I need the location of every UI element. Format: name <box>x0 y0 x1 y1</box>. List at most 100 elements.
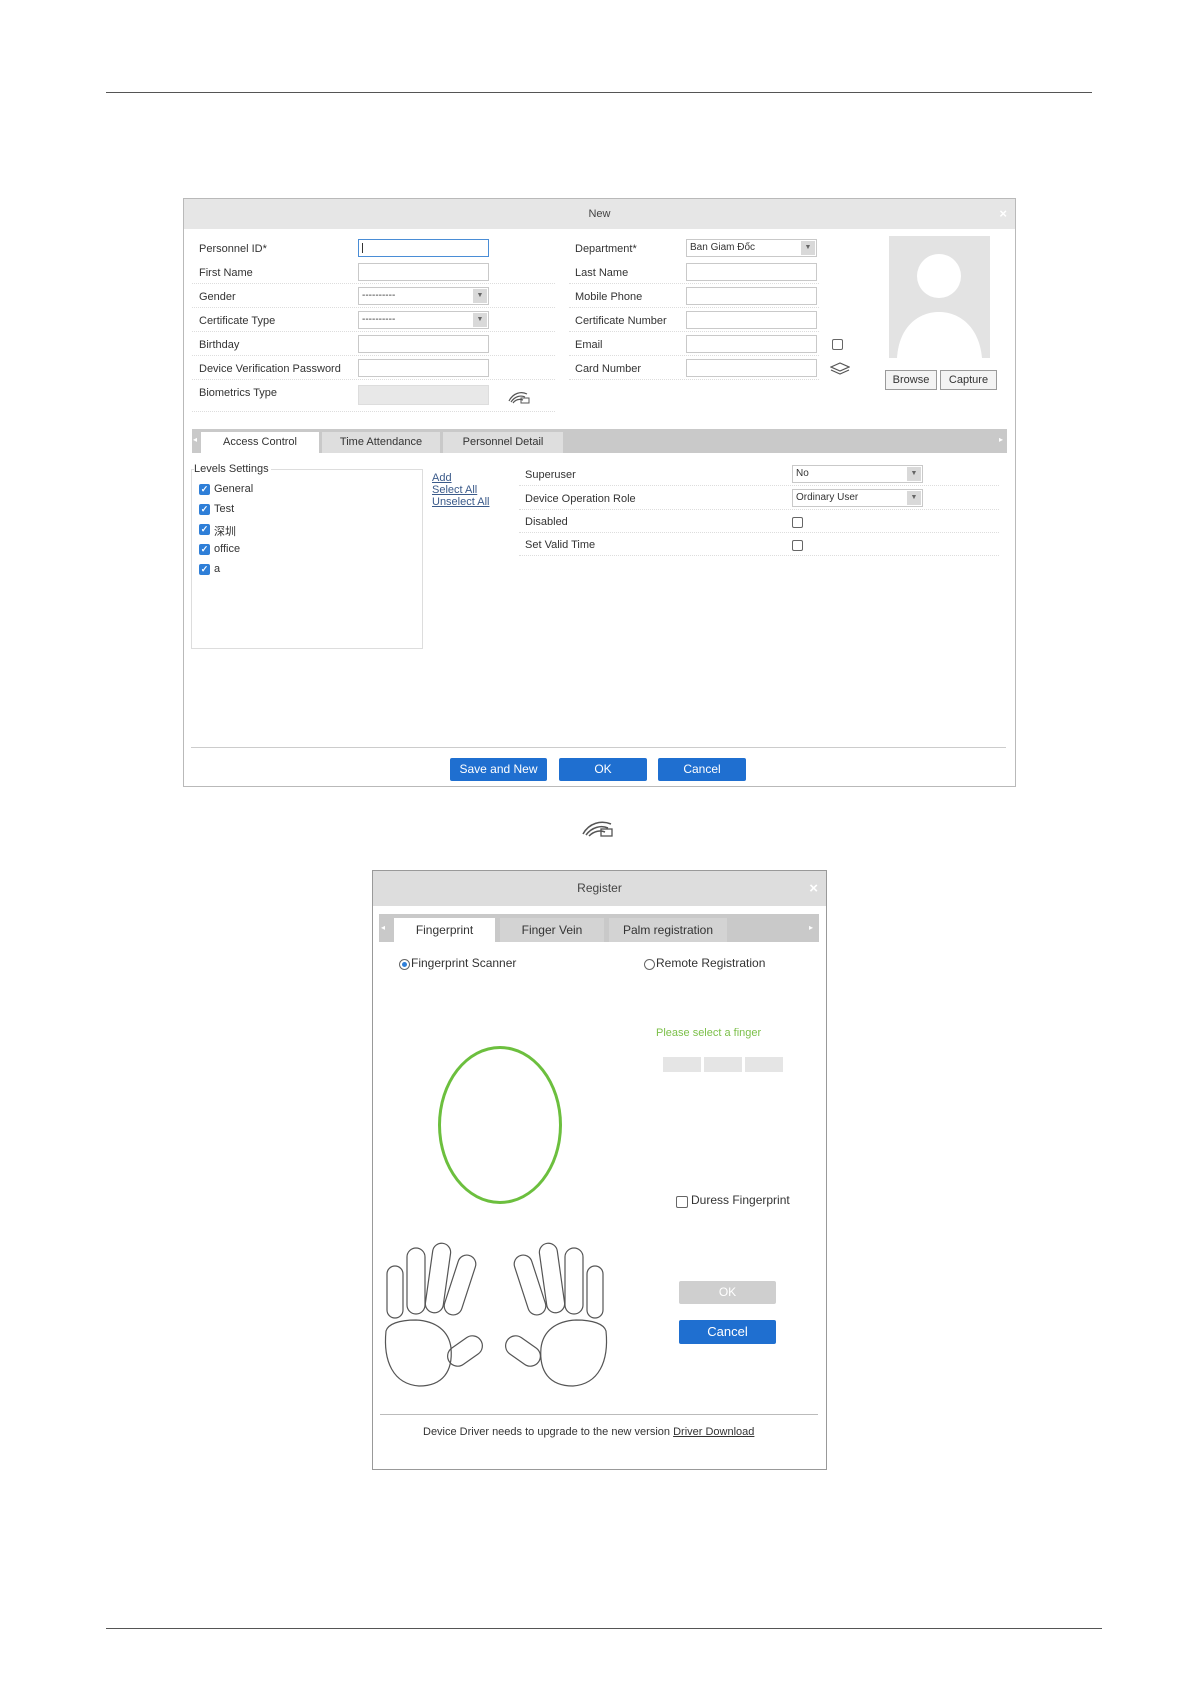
capture-button[interactable]: Capture <box>940 370 997 390</box>
footer-divider <box>380 1414 818 1415</box>
hands-diagram <box>384 1242 608 1387</box>
row-separator <box>569 283 819 284</box>
device-password-label: Device Verification Password <box>199 363 341 375</box>
superuser-label: Superuser <box>525 469 576 481</box>
set-valid-time-checkbox[interactable] <box>792 540 803 551</box>
cancel-button[interactable]: Cancel <box>658 758 746 781</box>
fingerprint-scanner-radio[interactable] <box>399 959 410 970</box>
level-checkbox[interactable]: ✓ <box>199 544 210 555</box>
tab-access-control[interactable]: Access Control <box>201 432 319 453</box>
register-cancel-button[interactable]: Cancel <box>679 1320 776 1344</box>
finger-slot <box>704 1057 742 1072</box>
fingerprint-scanner-label: Fingerprint Scanner <box>411 956 517 970</box>
save-and-new-button[interactable]: Save and New <box>450 758 547 781</box>
driver-notice: Device Driver needs to upgrade to the ne… <box>423 1426 754 1438</box>
card-number-input[interactable] <box>686 359 817 377</box>
level-checkbox[interactable]: ✓ <box>199 564 210 575</box>
row-separator <box>192 283 555 284</box>
footer-divider <box>191 747 1006 748</box>
department-select[interactable]: Ban Giam Đốc ▼ <box>686 239 817 257</box>
tab-finger-vein[interactable]: Finger Vein <box>500 918 604 942</box>
disabled-checkbox[interactable] <box>792 517 803 528</box>
footer-rule <box>106 1628 1102 1629</box>
tab-palm-registration[interactable]: Palm registration <box>609 918 727 942</box>
first-name-input[interactable] <box>358 263 489 281</box>
gender-value: ---------- <box>362 290 396 301</box>
birthday-label: Birthday <box>199 339 240 351</box>
device-role-select[interactable]: Ordinary User ▼ <box>792 489 923 507</box>
level-label: Test <box>214 503 235 515</box>
close-icon[interactable]: × <box>809 871 818 906</box>
dialog-title: New <box>588 208 611 220</box>
fingerprint-register-icon <box>582 821 613 837</box>
tab-scroll-right-icon[interactable]: ▸ <box>999 435 1003 444</box>
left-ring-finger <box>406 1247 426 1315</box>
tab-fingerprint[interactable]: Fingerprint <box>394 918 495 942</box>
new-person-dialog: New × Personnel ID* First Name Gender --… <box>183 198 1016 787</box>
add-link[interactable]: Add <box>432 472 452 484</box>
header-rule <box>106 92 1092 93</box>
superuser-select[interactable]: No ▼ <box>792 465 923 483</box>
certificate-type-select[interactable]: ---------- ▼ <box>358 311 489 329</box>
driver-download-link[interactable]: Driver Download <box>673 1426 754 1438</box>
certificate-type-value: ---------- <box>362 314 396 325</box>
personnel-id-label: Personnel ID* <box>199 243 267 255</box>
device-password-input[interactable] <box>358 359 489 377</box>
row-separator <box>569 355 819 356</box>
level-checkbox[interactable]: ✓ <box>199 524 210 535</box>
biometrics-type-label: Biometrics Type <box>199 387 278 399</box>
mobile-phone-input[interactable] <box>686 287 817 305</box>
register-ok-button[interactable]: OK <box>679 1281 776 1304</box>
fingerprint-register-icon[interactable] <box>507 389 531 405</box>
browse-button[interactable]: Browse <box>885 370 937 390</box>
select-all-link[interactable]: Select All <box>432 484 477 496</box>
gender-select[interactable]: ---------- ▼ <box>358 287 489 305</box>
department-label: Department* <box>575 243 637 255</box>
level-checkbox[interactable]: ✓ <box>199 484 210 495</box>
tab-scroll-right-icon[interactable]: ▸ <box>809 923 813 932</box>
duress-fingerprint-checkbox[interactable] <box>676 1196 688 1208</box>
left-pinky-finger <box>386 1265 404 1319</box>
finger-slot <box>663 1057 701 1072</box>
department-value: Ban Giam Đốc <box>690 242 756 253</box>
level-checkbox[interactable]: ✓ <box>199 504 210 515</box>
tab-scroll-left-icon[interactable]: ◂ <box>193 435 197 444</box>
tab-personnel-detail[interactable]: Personnel Detail <box>443 432 563 453</box>
chevron-down-icon: ▼ <box>473 313 487 327</box>
device-role-value: Ordinary User <box>796 492 859 503</box>
row-separator <box>569 379 819 380</box>
row-separator <box>192 307 555 308</box>
certificate-number-input[interactable] <box>686 311 817 329</box>
finger-slot <box>745 1057 783 1072</box>
level-label: General <box>214 483 254 495</box>
right-ring-finger <box>564 1247 584 1315</box>
duress-fingerprint-label: Duress Fingerprint <box>691 1193 790 1207</box>
remote-registration-radio[interactable] <box>644 959 655 970</box>
email-input[interactable] <box>686 335 817 353</box>
fingerprint-preview-ring <box>438 1046 562 1204</box>
left-index-finger <box>443 1254 477 1316</box>
birthday-input[interactable] <box>358 335 489 353</box>
level-label: a <box>214 563 221 575</box>
disabled-label: Disabled <box>525 516 568 528</box>
right-palm <box>540 1319 608 1387</box>
tab-time-attendance[interactable]: Time Attendance <box>322 432 440 453</box>
right-index-finger <box>513 1254 547 1316</box>
ok-button[interactable]: OK <box>559 758 647 781</box>
email-checkbox[interactable] <box>832 339 843 350</box>
chevron-down-icon: ▼ <box>907 467 921 481</box>
left-middle-finger <box>424 1242 452 1314</box>
person-silhouette-icon <box>897 254 982 358</box>
personnel-id-input[interactable] <box>358 239 489 257</box>
gender-label: Gender <box>199 291 236 303</box>
last-name-input[interactable] <box>686 263 817 281</box>
card-reader-icon[interactable] <box>830 362 850 376</box>
level-label: 深圳 <box>214 526 236 538</box>
tab-scroll-left-icon[interactable]: ◂ <box>381 923 385 932</box>
superuser-value: No <box>796 468 809 479</box>
unselect-all-link[interactable]: Unselect All <box>432 496 489 508</box>
levels-panel <box>191 469 423 649</box>
right-thumb <box>505 1335 541 1367</box>
row-separator <box>519 532 999 533</box>
close-icon[interactable]: × <box>999 199 1007 229</box>
